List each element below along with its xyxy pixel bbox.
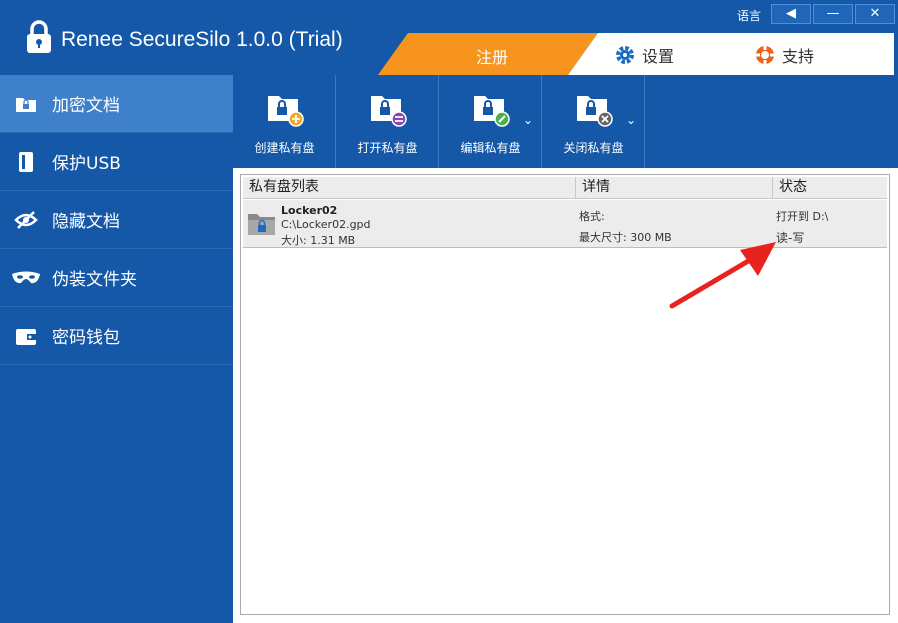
usb-icon <box>19 151 33 172</box>
tab-settings[interactable]: 设置 <box>614 43 674 67</box>
encrypted-file-icon <box>16 97 36 112</box>
locker-name: Locker02 <box>281 204 338 217</box>
column-header-status[interactable]: 状态 <box>773 177 887 199</box>
sidebar-item-label: 加密文档 <box>52 96 120 116</box>
sidebar-item-label: 保护USB <box>52 154 121 174</box>
sidebar-item-label: 隐藏文档 <box>52 212 120 232</box>
language-arrow-icon: ◀ <box>786 6 796 21</box>
annotation-arrow-icon <box>669 242 776 309</box>
minimize-icon: — <box>826 6 840 21</box>
tab-register[interactable]: 注册 <box>476 44 508 68</box>
gear-icon <box>616 46 634 64</box>
locker-format: 格式: <box>579 210 605 223</box>
locker-list[interactable]: 私有盘列表 详情 状态 Locker02 C:\Locker02.gpd 大小:… <box>240 174 890 615</box>
lock-logo-icon <box>27 20 51 53</box>
close-icon: ✕ <box>869 6 881 21</box>
sidebar-item-label: 伪装文件夹 <box>52 270 137 290</box>
language-button[interactable]: ◀ <box>771 4 811 24</box>
title-bar: Renee SecureSilo 1.0.0 (Trial) 语言 ◀ — ✕ … <box>0 0 898 75</box>
tab-support[interactable]: 支持 <box>754 43 814 67</box>
chevron-down-icon[interactable]: ⌄ <box>626 113 636 127</box>
column-header-details[interactable]: 详情 <box>576 177 773 199</box>
minimize-button[interactable]: — <box>813 4 853 24</box>
main-content: 私有盘列表 详情 状态 Locker02 C:\Locker02.gpd 大小:… <box>233 168 898 623</box>
tab-settings-label: 设置 <box>642 47 675 66</box>
sidebar-item-hide[interactable]: 隐藏文档 <box>0 191 233 249</box>
list-header: 私有盘列表 详情 状态 <box>243 177 887 199</box>
close-button[interactable]: ✕ <box>855 4 895 24</box>
hidden-eye-icon <box>14 210 38 229</box>
chevron-down-icon[interactable]: ⌄ <box>523 113 533 127</box>
toolbar: 创建私有盘 打开私有盘 ⌄ 编辑私有盘 ⌄ 关闭私有盘 <box>233 75 898 168</box>
close-locker-button[interactable]: ⌄ 关闭私有盘 <box>542 75 645 168</box>
create-locker-icon <box>268 96 304 127</box>
open-locker-button[interactable]: 打开私有盘 <box>336 75 439 168</box>
table-row[interactable]: Locker02 C:\Locker02.gpd 大小: 1.31 MB 格式:… <box>243 200 887 248</box>
edit-locker-button[interactable]: ⌄ 编辑私有盘 <box>439 75 542 168</box>
close-locker-label: 关闭私有盘 <box>563 141 624 155</box>
close-locker-icon <box>577 96 613 127</box>
create-locker-label: 创建私有盘 <box>254 141 315 155</box>
sidebar-item-encrypt[interactable]: 加密文档 <box>0 75 233 133</box>
open-locker-icon <box>371 96 407 127</box>
app-title: Renee SecureSilo 1.0.0 (Trial) <box>61 28 343 51</box>
lifebuoy-icon <box>755 45 775 65</box>
locker-folder-icon <box>248 214 275 235</box>
sidebar-item-disguise[interactable]: 伪装文件夹 <box>0 249 233 307</box>
locker-open-status: 打开到 D:\ <box>776 210 829 223</box>
edit-locker-label: 编辑私有盘 <box>460 141 521 155</box>
wallet-icon <box>16 328 36 345</box>
locker-max-size: 最大尺寸: 300 MB <box>579 231 672 244</box>
sidebar-item-wallet[interactable]: 密码钱包 <box>0 307 233 365</box>
open-locker-label: 打开私有盘 <box>357 141 418 155</box>
tab-support-label: 支持 <box>782 47 815 66</box>
locker-size: 大小: 1.31 MB <box>281 234 356 247</box>
sidebar-item-label: 密码钱包 <box>52 328 120 348</box>
mask-icon <box>12 271 40 283</box>
create-locker-button[interactable]: 创建私有盘 <box>233 75 336 168</box>
sidebar-item-usb[interactable]: 保护USB <box>0 133 233 191</box>
edit-locker-icon <box>474 96 510 127</box>
sidebar: 加密文档 保护USB 隐藏文档 伪装文件夹 密码钱包 <box>0 75 233 623</box>
language-label[interactable]: 语言 <box>737 7 761 24</box>
column-header-locker-list[interactable]: 私有盘列表 <box>243 177 576 199</box>
locker-path: C:\Locker02.gpd <box>281 218 371 231</box>
